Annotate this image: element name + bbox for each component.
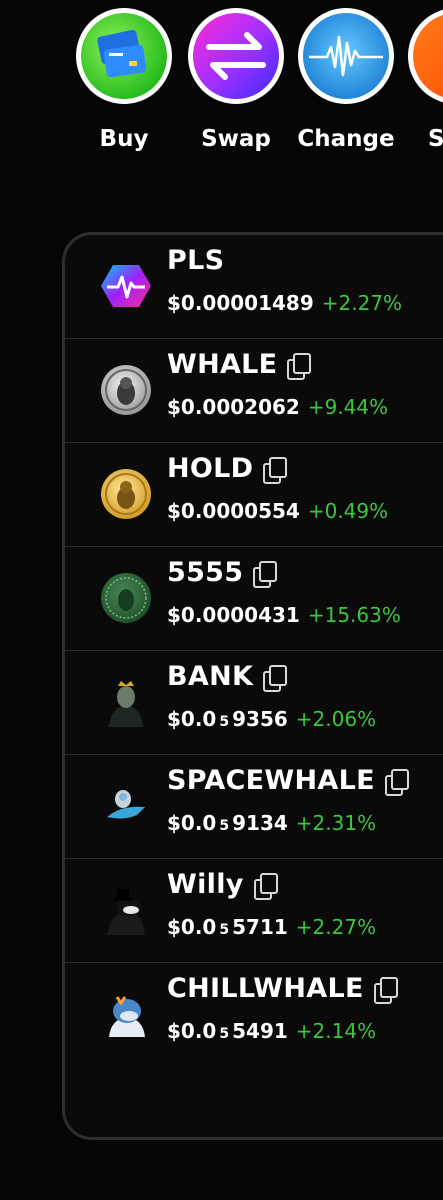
partial-action-label: S — [428, 126, 443, 152]
token-name: CHILLWHALE — [167, 973, 398, 1004]
token-row-5555[interactable]: 5555 $0.0000431 +15.63% — [65, 547, 443, 651]
token-price-line: $0.00001489 +2.27% — [167, 291, 402, 315]
copy-icon[interactable] — [263, 456, 288, 484]
token-price-line: $0.0000431 +15.63% — [167, 603, 401, 627]
whale-coin-icon — [101, 365, 151, 415]
partial-action-icon — [408, 8, 443, 104]
5555-coin-icon — [101, 573, 151, 623]
token-name: Willy — [167, 869, 278, 900]
token-price: $0.0 5 5711 — [167, 915, 288, 939]
partial-action[interactable]: S — [406, 8, 443, 152]
token-row-bank[interactable]: BANK $0.0 5 9356 +2.06% — [65, 651, 443, 755]
change-label: Change — [297, 126, 395, 152]
token-price: $0.0000431 — [167, 603, 300, 627]
token-price-line: $0.0000554 +0.49% — [167, 499, 388, 523]
token-name: PLS — [167, 245, 225, 276]
copy-icon[interactable] — [263, 664, 288, 692]
copy-icon[interactable] — [287, 352, 312, 380]
token-price: $0.0002062 — [167, 395, 300, 419]
copy-icon[interactable] — [253, 560, 278, 588]
token-change: +2.31% — [295, 811, 377, 835]
swap-arrows-icon — [188, 8, 284, 104]
spacewhale-avatar-icon — [101, 781, 151, 831]
token-change: +2.27% — [321, 291, 403, 315]
buy-action[interactable]: Buy — [74, 8, 174, 152]
token-list-card: PLS $0.00001489 +2.27% WHALE $0.0002062 +9… — [62, 232, 443, 1140]
token-row-willy[interactable]: Willy $0.0 5 5711 +2.27% — [65, 859, 443, 963]
willy-avatar-icon — [101, 885, 151, 935]
token-price-line: $0.0 5 9356 +2.06% — [167, 707, 376, 731]
copy-icon[interactable] — [253, 872, 278, 900]
token-row-spacewhale[interactable]: SPACEWHALE $0.0 5 9134 +2.31% — [65, 755, 443, 859]
chillwhale-avatar-icon — [101, 989, 151, 1039]
token-row-whale[interactable]: WHALE $0.0002062 +9.44% — [65, 339, 443, 443]
change-action[interactable]: Change — [296, 8, 396, 152]
token-change: +9.44% — [307, 395, 389, 419]
wallet-screen: Buy Swap Change S PLS $0.00001489 +2.27%… — [0, 0, 443, 1200]
token-price-line: $0.0 5 5491 +2.14% — [167, 1019, 376, 1043]
hold-coin-icon — [101, 469, 151, 519]
token-change: +2.14% — [295, 1019, 377, 1043]
token-row-pls[interactable]: PLS $0.00001489 +2.27% — [65, 235, 443, 339]
swap-label: Swap — [201, 126, 271, 152]
token-name: WHALE — [167, 349, 312, 380]
bank-avatar-icon — [101, 677, 151, 727]
credit-card-icon — [76, 8, 172, 104]
token-change: +2.27% — [295, 915, 377, 939]
token-price: $0.00001489 — [167, 291, 314, 315]
pls-logo-icon — [101, 261, 151, 311]
token-price-line: $0.0 5 9134 +2.31% — [167, 811, 376, 835]
token-price-line: $0.0 5 5711 +2.27% — [167, 915, 376, 939]
token-price-line: $0.0002062 +9.44% — [167, 395, 388, 419]
token-name: SPACEWHALE — [167, 765, 409, 796]
token-row-hold[interactable]: HOLD $0.0000554 +0.49% — [65, 443, 443, 547]
token-price: $0.0000554 — [167, 499, 300, 523]
token-change: +2.06% — [295, 707, 377, 731]
copy-icon[interactable] — [373, 976, 398, 1004]
token-price: $0.0 5 9134 — [167, 811, 288, 835]
copy-icon[interactable] — [384, 768, 409, 796]
token-row-chillwhale[interactable]: CHILLWHALE $0.0 5 5491 +2.14% — [65, 963, 443, 1067]
token-name: 5555 — [167, 557, 278, 588]
pulse-wave-icon — [298, 8, 394, 104]
token-price: $0.0 5 5491 — [167, 1019, 288, 1043]
token-name: HOLD — [167, 453, 288, 484]
buy-label: Buy — [99, 126, 149, 152]
token-change: +15.63% — [307, 603, 401, 627]
token-price: $0.0 5 9356 — [167, 707, 288, 731]
token-name: BANK — [167, 661, 288, 692]
token-change: +0.49% — [307, 499, 389, 523]
swap-action[interactable]: Swap — [186, 8, 286, 152]
